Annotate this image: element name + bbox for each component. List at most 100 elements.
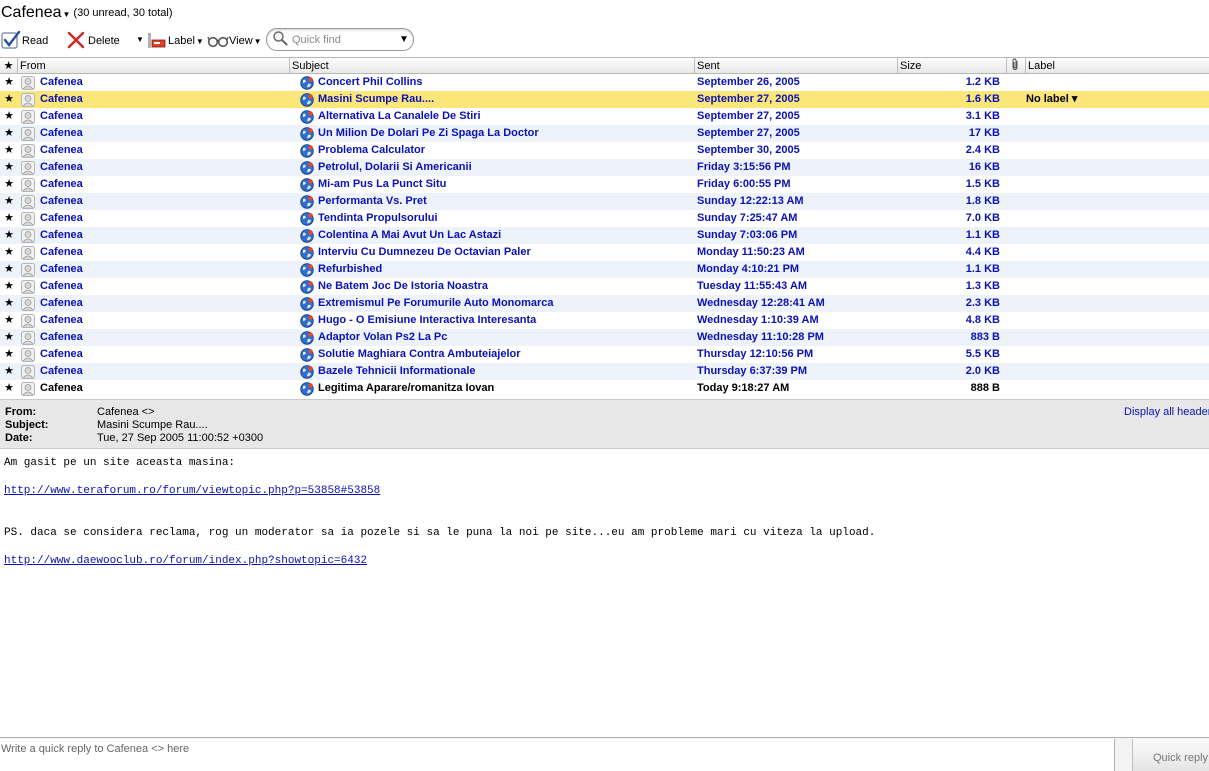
star-toggle[interactable]: ★ <box>0 329 18 346</box>
read-button[interactable]: Read <box>1 29 48 53</box>
attachment-cell <box>1004 210 1024 227</box>
message-row[interactable]: ★ Cafenea Alternativa La Canalele De Stiri… <box>0 108 1209 125</box>
from-cell: Cafenea <box>18 159 290 176</box>
message-row[interactable]: ★ Cafenea Extremismul Pe Forumurile Auto M… <box>0 295 1209 312</box>
message-row[interactable]: ★ Cafenea Petrolul, Dolarii Si Americanii F… <box>0 159 1209 176</box>
message-row[interactable]: ★ Cafenea Masini Scumpe Rau.... September 2… <box>0 91 1209 108</box>
avatar-icon <box>21 313 35 328</box>
subject-cell: Tendinta Propulsorului <box>290 210 695 227</box>
feed-globe-icon <box>300 109 314 124</box>
message-row[interactable]: ★ Cafenea Tendinta Propulsorului Sunday 7:2… <box>0 210 1209 227</box>
subject-cell: Interviu Cu Dumnezeu De Octavian Paler <box>290 244 695 261</box>
view-button[interactable]: View ▼ <box>207 29 262 53</box>
message-row[interactable]: ★ Cafenea Problema Calculator September 30,… <box>0 142 1209 159</box>
display-all-headers-link[interactable]: Display all headers <box>1124 406 1209 418</box>
attachment-cell <box>1004 380 1024 397</box>
subject-cell: Alternativa La Canalele De Stiri <box>290 108 695 125</box>
message-row[interactable]: ★ Cafenea Interviu Cu Dumnezeu De Octavian… <box>0 244 1209 261</box>
message-row[interactable]: ★ Cafenea Ne Batem Joc De Istoria Noastra T… <box>0 278 1209 295</box>
subject-text: Alternativa La Canalele De Stiri <box>318 110 481 122</box>
subject-cell: Bazele Tehnicii Informationale <box>290 363 695 380</box>
message-row[interactable]: ★ Cafenea Concert Phil Collins September 26… <box>0 74 1209 91</box>
star-toggle[interactable]: ★ <box>0 74 18 91</box>
message-row[interactable]: ★ Cafenea Un Milion De Dolari Pe Zi Spaga … <box>0 125 1209 142</box>
message-row[interactable]: ★ Cafenea Adaptor Volan Ps2 La Pc Wednesday… <box>0 329 1209 346</box>
star-toggle[interactable]: ★ <box>0 380 18 397</box>
subject-text: Solutie Maghiara Contra Ambuteiajelor <box>318 348 521 360</box>
header-date-row: Date: Tue, 27 Sep 2005 11:00:52 +0300 <box>5 432 263 445</box>
subject-cell: Concert Phil Collins <box>290 74 695 91</box>
star-toggle[interactable]: ★ <box>0 142 18 159</box>
star-toggle[interactable]: ★ <box>0 278 18 295</box>
subject-text: Refurbished <box>318 263 383 275</box>
size-cell: 1.5 KB <box>965 178 1000 190</box>
quick-find-box[interactable]: ▼ <box>266 28 414 51</box>
avatar-icon <box>21 126 35 141</box>
sent-cell: Tuesday 11:55:43 AM <box>697 280 808 292</box>
sent-cell: Sunday 7:25:47 AM <box>697 212 798 224</box>
star-toggle[interactable]: ★ <box>0 210 18 227</box>
star-toggle[interactable]: ★ <box>0 193 18 210</box>
from-name: Cafenea <box>40 195 83 207</box>
label-button[interactable]: Label ▼ <box>146 29 204 53</box>
sent-cell: Sunday 7:03:06 PM <box>697 229 798 241</box>
message-row[interactable]: ★ Cafenea Solutie Maghiara Contra Ambuteia… <box>0 346 1209 363</box>
subject-cell: Un Milion De Dolari Pe Zi Spaga La Docto… <box>290 125 695 142</box>
folder-menu-arrow-icon[interactable]: ▼ <box>63 10 71 19</box>
message-row[interactable]: ★ Cafenea Refurbished Monday 4:10:21 PM 1.1 … <box>0 261 1209 278</box>
star-toggle[interactable]: ★ <box>0 295 18 312</box>
message-row[interactable]: ★ Cafenea Mi-am Pus La Punct Situ Friday 6:… <box>0 176 1209 193</box>
star-toggle[interactable]: ★ <box>0 346 18 363</box>
quick-reply-button[interactable]: Quick reply <box>1132 739 1209 771</box>
delete-menu-arrow-icon[interactable]: ▼ <box>136 35 144 44</box>
label-cell <box>1024 312 1209 329</box>
column-star[interactable]: ★ <box>0 58 18 74</box>
sent-cell: Friday 3:15:56 PM <box>697 161 791 173</box>
column-label[interactable]: Label <box>1026 58 1209 74</box>
avatar-icon <box>21 177 35 192</box>
folder-title[interactable]: Cafenea <box>1 4 62 22</box>
from-name: Cafenea <box>40 161 83 173</box>
from-name: Cafenea <box>40 382 83 394</box>
column-sent[interactable]: Sent <box>695 58 898 74</box>
attachment-cell <box>1004 227 1024 244</box>
body-link-teraforum[interactable]: http://www.teraforum.ro/forum/viewtopic.… <box>4 485 380 497</box>
from-cell: Cafenea <box>18 176 290 193</box>
star-toggle[interactable]: ★ <box>0 125 18 142</box>
feed-globe-icon <box>300 381 314 396</box>
message-row[interactable]: ★ Cafenea Bazele Tehnicii Informationale Th… <box>0 363 1209 380</box>
body-link-daewooclub[interactable]: http://www.daewooclub.ro/forum/index.php… <box>4 555 367 567</box>
label-cell[interactable]: No label ▾ <box>1024 91 1209 108</box>
column-attachment[interactable] <box>1007 58 1026 74</box>
star-toggle[interactable]: ★ <box>0 363 18 380</box>
star-toggle[interactable]: ★ <box>0 312 18 329</box>
star-toggle[interactable]: ★ <box>0 227 18 244</box>
star-toggle[interactable]: ★ <box>0 108 18 125</box>
feed-globe-icon <box>300 211 314 226</box>
quick-find-input[interactable] <box>292 33 397 46</box>
column-subject[interactable]: Subject <box>290 58 695 74</box>
delete-button[interactable]: Delete <box>66 29 120 53</box>
quick-reply-bar: Write a quick reply to Cafenea <> here Q… <box>0 737 1209 771</box>
star-toggle[interactable]: ★ <box>0 244 18 261</box>
delete-x-icon <box>66 30 86 53</box>
message-row[interactable]: ★ Cafenea Colentina A Mai Avut Un Lac Asta… <box>0 227 1209 244</box>
header-from-value[interactable]: Cafenea <> <box>97 406 155 419</box>
feed-globe-icon <box>300 279 314 294</box>
column-from[interactable]: From <box>18 58 290 74</box>
subject-text: Concert Phil Collins <box>318 76 423 88</box>
sent-cell: September 30, 2005 <box>697 144 800 156</box>
column-size[interactable]: Size <box>898 58 1007 74</box>
star-toggle[interactable]: ★ <box>0 159 18 176</box>
message-row[interactable]: ★ Cafenea Legitima Aparare/romanitza Iovan… <box>0 380 1209 397</box>
quick-find-dropdown-icon[interactable]: ▼ <box>399 34 409 45</box>
subject-text: Tendinta Propulsorului <box>318 212 438 224</box>
star-toggle[interactable]: ★ <box>0 91 18 108</box>
quick-reply-field[interactable]: Write a quick reply to Cafenea <> here <box>0 739 1115 771</box>
message-row[interactable]: ★ Cafenea Performanta Vs. Pret Sunday 12:22… <box>0 193 1209 210</box>
size-cell: 5.5 KB <box>965 348 1000 360</box>
star-toggle[interactable]: ★ <box>0 261 18 278</box>
sent-cell: September 26, 2005 <box>697 76 800 88</box>
message-row[interactable]: ★ Cafenea Hugo - O Emisiune Interactiva In… <box>0 312 1209 329</box>
star-toggle[interactable]: ★ <box>0 176 18 193</box>
